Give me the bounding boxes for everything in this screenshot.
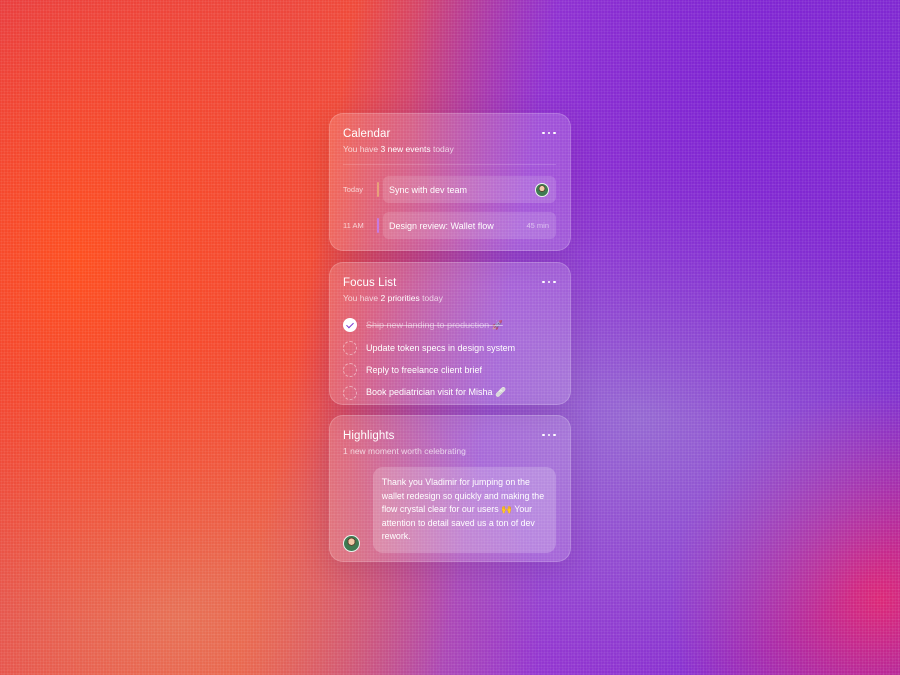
highlights-title: Highlights <box>343 430 395 442</box>
event-time: Today <box>343 185 364 194</box>
focus-subtitle: You have 2 priorities today <box>343 293 443 303</box>
checkbox-empty-icon[interactable] <box>343 385 357 400</box>
task-label: Book pediatrician visit for Misha 🩹 <box>366 387 507 398</box>
event-time: 11 AM <box>343 221 364 230</box>
event-row-1: Today Sync with dev team <box>343 176 556 203</box>
checkbox-empty-icon[interactable] <box>343 340 357 355</box>
calendar-subtitle: You have 3 new events today <box>343 144 454 154</box>
task-label: Ship new landing to production 🚀 <box>366 319 503 330</box>
event-label: Design review: Wallet flow <box>389 220 494 231</box>
message-bubble: Thank you Vladimir for jumping on the wa… <box>372 467 556 553</box>
event-row-2: 11 AM Design review: Wallet flow 45 min <box>343 212 556 239</box>
checkbox-empty-icon[interactable] <box>343 363 357 378</box>
calendar-title: Calendar <box>343 128 391 140</box>
highlights-more-icon[interactable] <box>542 431 556 439</box>
focus-more-icon[interactable] <box>542 278 556 286</box>
task-item[interactable]: Reply to freelance client brief <box>343 359 556 382</box>
avatar <box>343 534 360 552</box>
event-item-design-review[interactable]: Design review: Wallet flow 45 min <box>383 212 556 239</box>
avatar <box>535 182 549 197</box>
task-item[interactable]: Ship new landing to production 🚀 <box>343 314 556 337</box>
task-item[interactable]: Update token specs in design system <box>343 337 556 360</box>
calendar-divider <box>343 164 556 165</box>
highlight-message: Thank you Vladimir for jumping on the wa… <box>343 467 556 553</box>
event-color-bar <box>377 218 379 233</box>
task-label: Reply to freelance client brief <box>366 365 483 376</box>
calendar-card: Calendar You have 3 new events today Tod… <box>329 113 571 251</box>
event-item-sync[interactable]: Sync with dev team <box>383 176 556 203</box>
task-list: Ship new landing to production 🚀 Update … <box>343 314 556 404</box>
calendar-more-icon[interactable] <box>542 129 556 137</box>
focus-list-card: Focus List You have 2 priorities today S… <box>329 262 571 405</box>
event-label: Sync with dev team <box>389 184 468 195</box>
event-color-bar <box>377 182 379 197</box>
event-duration: 45 min <box>526 221 549 230</box>
task-label: Update token specs in design system <box>366 342 516 353</box>
highlights-card: Highlights 1 new moment worth celebratin… <box>329 415 571 562</box>
check-icon[interactable] <box>343 318 357 333</box>
highlights-subtitle: 1 new moment worth celebrating <box>343 446 466 456</box>
task-item[interactable]: Book pediatrician visit for Misha 🩹 <box>343 382 556 405</box>
focus-title: Focus List <box>343 277 397 289</box>
